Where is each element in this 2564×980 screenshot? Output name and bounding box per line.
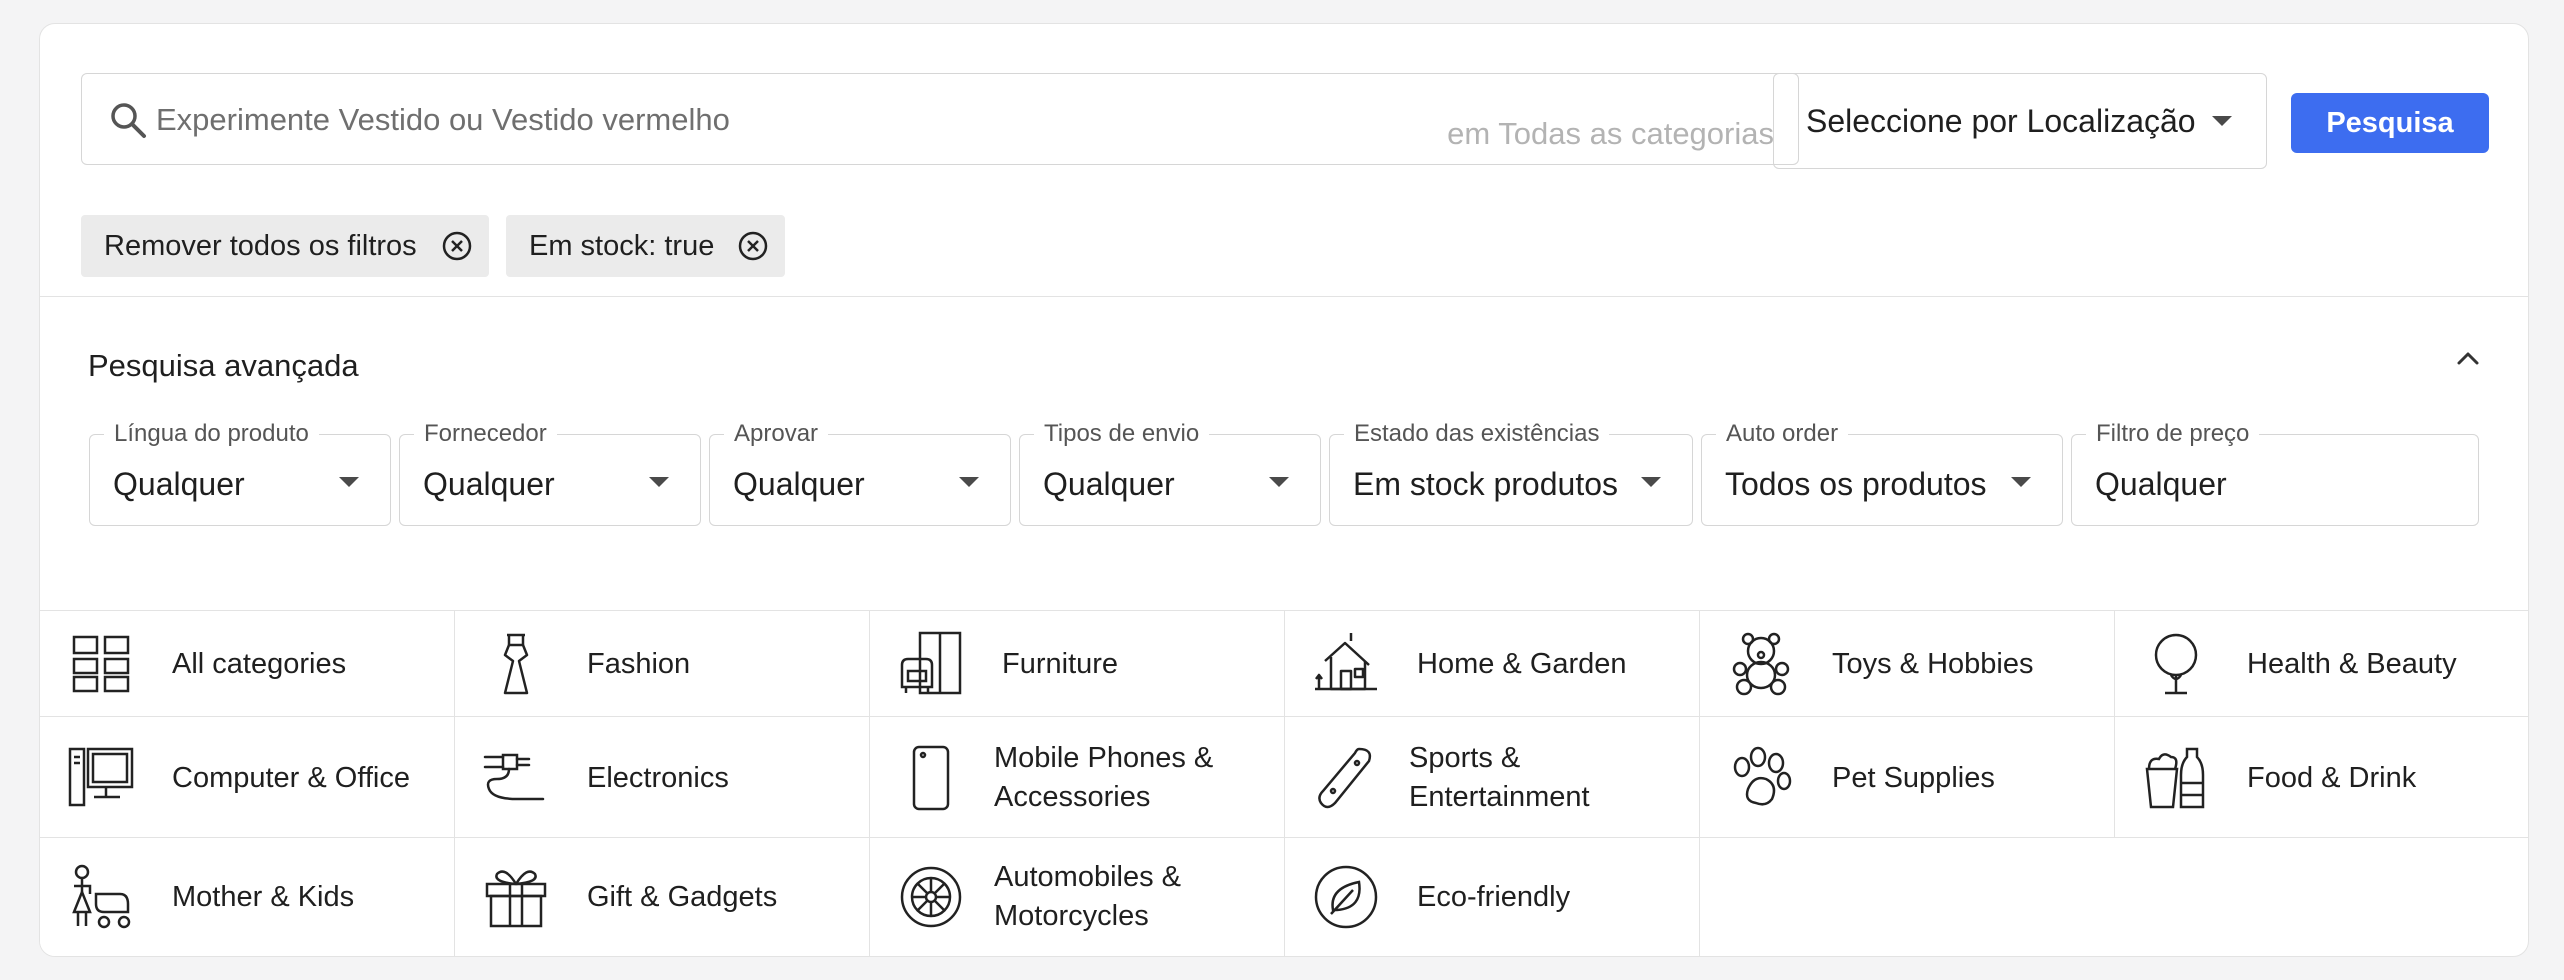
close-circle-icon[interactable] bbox=[441, 230, 473, 262]
filter-approve[interactable]: Aprovar Qualquer bbox=[709, 420, 1011, 526]
teddy-bear-icon bbox=[1732, 632, 1790, 696]
filter-label: Estado das existências bbox=[1344, 420, 1610, 448]
filter-stock-status[interactable]: Estado das existências Em stock produtos bbox=[1329, 420, 1693, 526]
category-food-drink[interactable]: Food & Drink bbox=[2115, 717, 2528, 838]
category-label: Automobiles & Motorcycles bbox=[994, 861, 1181, 932]
category-label: Food & Drink bbox=[2247, 762, 2417, 794]
filter-label: Tipos de envio bbox=[1034, 420, 1210, 448]
mother-stroller-icon bbox=[72, 864, 131, 929]
remove-all-filters-chip[interactable]: Remover todos os filtros bbox=[81, 215, 489, 277]
category-label: All categories bbox=[172, 648, 347, 680]
divider bbox=[40, 296, 2528, 297]
filter-value: Todos os produtos bbox=[1725, 466, 1987, 502]
category-mother-kids[interactable]: Mother & Kids bbox=[40, 838, 455, 956]
skateboard-icon bbox=[1318, 747, 1372, 809]
filter-label: Fornecedor bbox=[414, 420, 557, 448]
category-mobile-phones[interactable]: Mobile Phones & Accessories bbox=[870, 717, 1285, 838]
wheel-icon bbox=[900, 866, 962, 928]
filter-value: Qualquer bbox=[113, 466, 245, 502]
computer-icon bbox=[68, 747, 134, 807]
category-label: Toys & Hobbies bbox=[1832, 648, 2034, 680]
close-circle-icon[interactable] bbox=[737, 230, 769, 262]
advanced-search-title[interactable]: Pesquisa avançada bbox=[88, 348, 359, 384]
chevron-down-icon bbox=[2011, 477, 2031, 487]
filter-label: Aprovar bbox=[724, 420, 829, 448]
mirror-icon bbox=[2154, 633, 2198, 695]
category-computer-office[interactable]: Computer & Office bbox=[40, 717, 455, 838]
furniture-icon bbox=[900, 631, 962, 695]
house-icon bbox=[1315, 633, 1377, 691]
category-label: Electronics bbox=[587, 762, 729, 794]
chip-label: Remover todos os filtros bbox=[104, 229, 417, 262]
category-label: Sports & Entertainment bbox=[1409, 742, 1590, 813]
search-panel: em Todas as categorias Seleccione por Lo… bbox=[39, 23, 2529, 957]
category-home-garden[interactable]: Home & Garden bbox=[1285, 611, 1700, 717]
category-health-beauty[interactable]: Health & Beauty bbox=[2115, 611, 2528, 717]
location-select[interactable]: Seleccione por Localização bbox=[1773, 73, 2267, 169]
category-electronics[interactable]: Electronics bbox=[455, 717, 870, 838]
category-pet-supplies[interactable]: Pet Supplies bbox=[1700, 717, 2115, 838]
phone-icon bbox=[912, 745, 950, 811]
chevron-down-icon bbox=[339, 477, 359, 487]
filter-label: Filtro de preço bbox=[2086, 420, 2260, 448]
filter-label: Auto order bbox=[1716, 420, 1849, 448]
cable-icon bbox=[483, 753, 545, 801]
chevron-down-icon bbox=[959, 477, 979, 487]
search-input[interactable] bbox=[154, 96, 1358, 144]
category-label: Mother & Kids bbox=[172, 881, 355, 913]
search-icon bbox=[111, 103, 146, 138]
chip-label: Em stock: true bbox=[529, 229, 715, 262]
chevron-up-icon[interactable] bbox=[2452, 342, 2484, 374]
category-sports-entertainment[interactable]: Sports & Entertainment bbox=[1285, 717, 1700, 838]
chevron-down-icon bbox=[2212, 116, 2232, 126]
paw-icon bbox=[1733, 746, 1792, 806]
category-fashion[interactable]: Fashion bbox=[455, 611, 870, 717]
category-gift-gadgets[interactable]: Gift & Gadgets bbox=[455, 838, 870, 956]
filter-value: Qualquer bbox=[2095, 466, 2227, 502]
category-label: Home & Garden bbox=[1417, 648, 1627, 680]
filter-value: Qualquer bbox=[423, 466, 555, 502]
chevron-down-icon bbox=[1641, 477, 1661, 487]
leaf-icon bbox=[1314, 865, 1378, 929]
category-label: Computer & Office bbox=[172, 762, 411, 794]
category-label: Health & Beauty bbox=[2247, 648, 2457, 680]
category-label: Gift & Gadgets bbox=[587, 881, 778, 913]
search-button[interactable]: Pesquisa bbox=[2291, 93, 2489, 153]
category-label: Pet Supplies bbox=[1832, 762, 1995, 794]
category-label: Fashion bbox=[587, 648, 691, 680]
chevron-down-icon bbox=[649, 477, 669, 487]
filter-supplier[interactable]: Fornecedor Qualquer bbox=[399, 420, 701, 526]
dress-icon bbox=[503, 633, 529, 695]
category-label: Mobile Phones & Accessories bbox=[994, 742, 1214, 813]
grid-icon bbox=[72, 635, 130, 693]
filter-shipping-types[interactable]: Tipos de envio Qualquer bbox=[1019, 420, 1321, 526]
in-stock-filter-chip[interactable]: Em stock: true bbox=[506, 215, 785, 277]
location-select-label: Seleccione por Localização bbox=[1806, 103, 2196, 139]
category-furniture[interactable]: Furniture bbox=[870, 611, 1285, 717]
filter-value: Qualquer bbox=[733, 466, 865, 502]
filter-product-language[interactable]: Língua do produto Qualquer bbox=[89, 420, 391, 526]
filter-label: Língua do produto bbox=[104, 420, 319, 448]
filter-auto-order[interactable]: Auto order Todos os produtos bbox=[1701, 420, 2063, 526]
category-eco-friendly[interactable]: Eco-friendly bbox=[1285, 838, 1700, 956]
search-box[interactable]: em Todas as categorias bbox=[81, 73, 1799, 165]
category-label: Eco-friendly bbox=[1417, 881, 1571, 913]
chevron-down-icon bbox=[1269, 477, 1289, 487]
search-scope-hint: em Todas as categorias bbox=[1447, 116, 1774, 151]
category-automobiles-motorcycles[interactable]: Automobiles & Motorcycles bbox=[870, 838, 1285, 956]
category-all[interactable]: All categories bbox=[40, 611, 455, 717]
filter-value: Em stock produtos bbox=[1353, 466, 1618, 502]
category-label: Furniture bbox=[1002, 648, 1119, 680]
filter-value: Qualquer bbox=[1043, 466, 1175, 502]
filter-price[interactable]: Filtro de preço Qualquer bbox=[2071, 420, 2479, 526]
category-toys-hobbies[interactable]: Toys & Hobbies bbox=[1700, 611, 2115, 717]
gift-icon bbox=[485, 870, 547, 928]
food-drink-icon bbox=[2145, 747, 2205, 809]
